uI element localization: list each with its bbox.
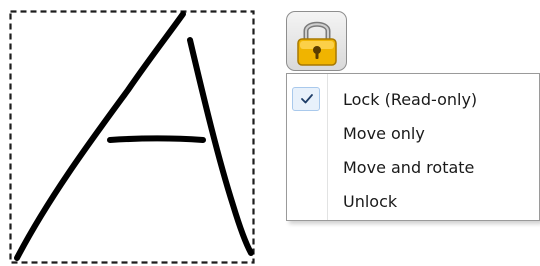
- padlock-icon: [297, 21, 337, 66]
- menu-item-move-and-rotate[interactable]: Move and rotate: [289, 152, 537, 184]
- menu-item-move-only[interactable]: Move only: [289, 118, 537, 150]
- drawing-canvas[interactable]: [0, 0, 270, 266]
- checked-indicator: [292, 87, 320, 111]
- lock-options-menu: Lock (Read-only) Move only Move and rota…: [286, 73, 540, 221]
- lock-button[interactable]: [286, 11, 347, 71]
- menu-item-label: Move and rotate: [343, 158, 475, 177]
- menu-item-label: Lock (Read-only): [343, 90, 478, 109]
- menu-item-lock-read-only[interactable]: Lock (Read-only): [289, 84, 537, 116]
- screen: Lock (Read-only) Move only Move and rota…: [0, 0, 540, 266]
- menu-item-label: Unlock: [343, 192, 398, 211]
- checkmark-icon: [301, 94, 313, 104]
- ink-letter-a: [14, 11, 254, 261]
- menu-item-unlock[interactable]: Unlock: [289, 186, 537, 218]
- menu-item-label: Move only: [343, 124, 425, 143]
